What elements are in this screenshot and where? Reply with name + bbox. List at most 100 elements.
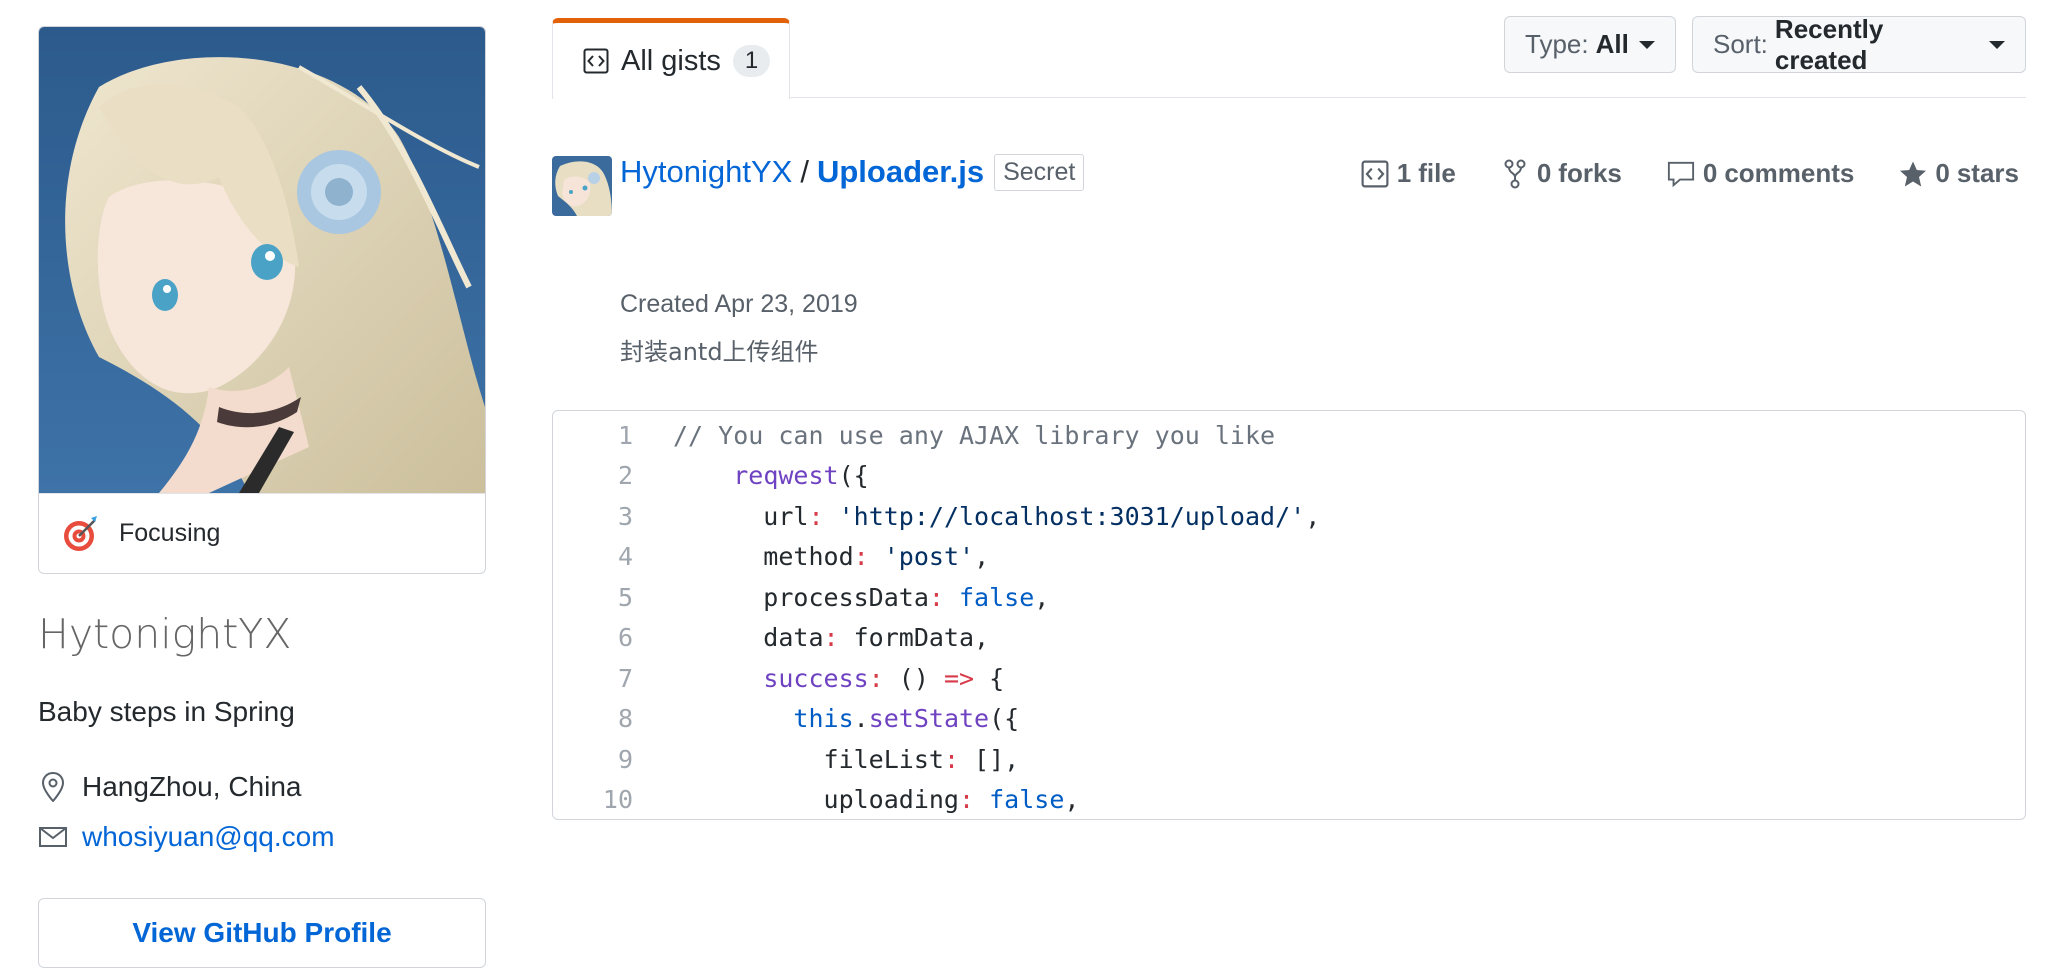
gist-owner-link[interactable]: HytonightYX [620, 154, 792, 190]
type-filter-dropdown[interactable]: Type: All [1504, 16, 1676, 73]
files-stat[interactable]: 1 file [1361, 158, 1463, 189]
code-token: : [868, 663, 884, 693]
code-token: ({ [989, 704, 1020, 734]
gist-created-date: Created Apr 23, 2019 [620, 290, 858, 318]
code-token: processData [673, 582, 929, 612]
title-separator: / [800, 154, 809, 189]
code-token: 'http://localhost:3031/upload/' [838, 501, 1306, 531]
code-square-icon [1361, 160, 1389, 187]
tab-all-gists[interactable]: All gists 1 [552, 18, 790, 99]
code-text: success: () => { [639, 664, 1004, 693]
code-text: this.setState({ [639, 704, 1019, 733]
code-text: uploading: false, [639, 785, 1080, 815]
code-text: fileList: [], [639, 744, 1020, 774]
code-text: processData: false, [639, 583, 1049, 612]
code-line: 2 reqwest({ [553, 456, 2025, 497]
code-token: method [673, 542, 854, 572]
code-token: : [928, 582, 944, 612]
code-line: 7 success: () => { [553, 658, 2025, 699]
caret-down-icon [1989, 40, 2005, 49]
line-number[interactable]: 10 [553, 785, 639, 814]
code-line: 8 this.setState({ [553, 699, 2025, 740]
gist-item: HytonightYX / Uploader.js Secret Created… [552, 98, 2026, 820]
profile-bio: Baby steps in Spring [38, 696, 295, 727]
stars-count: 0 [1935, 158, 1950, 188]
forks-label: forks [1558, 158, 1622, 188]
code-token: : [958, 785, 975, 815]
comments-label: comments [1724, 158, 1855, 188]
caret-down-icon [1638, 40, 1655, 49]
code-token: , [1305, 501, 1321, 531]
fork-icon [1504, 159, 1526, 188]
code-token: () [883, 663, 944, 693]
line-number[interactable]: 6 [553, 623, 639, 652]
code-token: false [989, 785, 1065, 815]
gist-title: HytonightYX / Uploader.js Secret [620, 150, 1085, 194]
email-row: whosiyuan@qq.com [38, 816, 486, 858]
code-token: url [673, 501, 809, 531]
code-token: : [853, 542, 869, 572]
gist-description: 封装antd上传组件 [620, 338, 819, 366]
sort-value: Recently created [1774, 13, 1884, 75]
code-token: . [853, 704, 869, 734]
forks-stat[interactable]: 0 forks [1501, 158, 1629, 189]
line-number[interactable]: 1 [553, 421, 639, 450]
code-token: ({ [838, 461, 869, 491]
line-number[interactable]: 9 [553, 745, 639, 774]
code-line: 4 method: 'post', [553, 537, 2025, 578]
comment-icon [1667, 161, 1694, 187]
comments-stat[interactable]: 0 comments [1667, 158, 1862, 189]
code-token: // You can use any AJAX library you like [673, 420, 1276, 450]
gist-filename-link[interactable]: Uploader.js [817, 154, 984, 190]
code-line: 6 data: formData, [553, 618, 2025, 659]
code-token: this [793, 704, 854, 734]
line-number[interactable]: 5 [553, 583, 639, 612]
star-icon [1900, 161, 1927, 186]
user-status[interactable]: Focusing [39, 493, 485, 573]
files-count: 1 [1396, 158, 1412, 188]
code-preview[interactable]: 1 // You can use any AJAX library you lik… [552, 410, 2026, 820]
code-token: : [808, 501, 824, 531]
code-token: [], [959, 744, 1020, 774]
code-text: data: formData, [639, 623, 989, 652]
stars-label: stars [1956, 158, 2019, 188]
line-number[interactable]: 4 [553, 542, 639, 571]
code-text: url: 'http://localhost:3031/upload/', [639, 502, 1320, 531]
code-line: 3 url: 'http://localhost:3031/upload/', [553, 496, 2025, 537]
gist-tabbar: All gists 1 Type: All Sort: Recently cre… [552, 0, 2026, 99]
code-line: 9 fileList: [], [553, 739, 2025, 780]
line-number[interactable]: 8 [553, 704, 639, 733]
avatar[interactable] [39, 27, 485, 493]
email-link[interactable]: whosiyuan@qq.com [82, 819, 335, 855]
code-text: method: 'post', [639, 542, 989, 571]
code-line: 5 processData: false, [553, 577, 2025, 618]
forks-count: 0 [1536, 158, 1552, 188]
location-text: HangZhou, China [82, 771, 302, 802]
code-token: formData, [838, 623, 990, 653]
status-text: Focusing [119, 519, 221, 547]
code-token: : [823, 623, 839, 653]
line-number[interactable]: 2 [553, 461, 639, 490]
code-square-icon [583, 48, 609, 74]
line-number[interactable]: 7 [553, 664, 639, 693]
code-token: false [959, 582, 1035, 612]
code-token: reqwest [733, 461, 839, 491]
code-token: setState [868, 704, 990, 734]
code-token: success [763, 663, 869, 693]
code-line: 10 uploading: false, [553, 780, 2025, 820]
line-number[interactable]: 3 [553, 502, 639, 531]
profile-sidebar: Focusing HytonightYX Baby steps in Sprin… [38, 26, 486, 968]
owner-avatar[interactable] [552, 156, 612, 216]
stars-stat[interactable]: 0 stars [1899, 158, 2026, 189]
profile-meta: HangZhou, China whosiyuan@qq.com [38, 766, 486, 858]
code-token: 'post' [883, 542, 975, 572]
code-token: => [943, 663, 975, 693]
dart-icon [64, 515, 97, 551]
mail-icon [38, 822, 68, 852]
sort-dropdown[interactable]: Sort: Recently created [1692, 13, 2026, 75]
comments-count: 0 [1702, 158, 1718, 188]
view-github-profile-button[interactable]: View GitHub Profile [38, 898, 486, 968]
code-token: , [974, 542, 990, 572]
